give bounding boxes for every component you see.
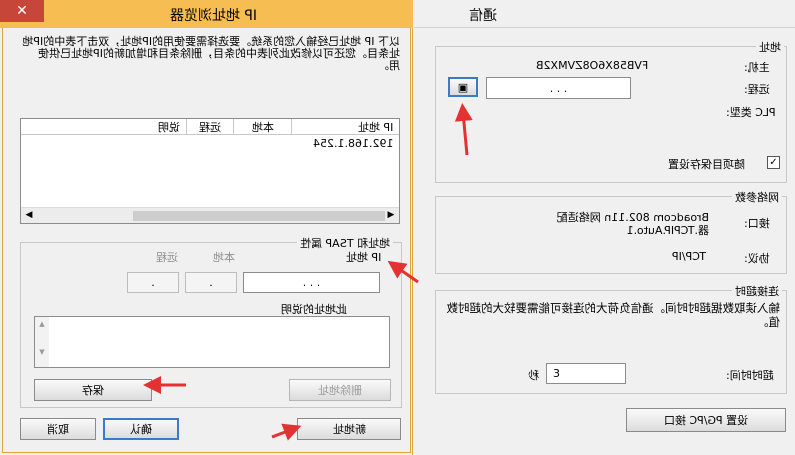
arrow-to-new-address <box>271 423 302 441</box>
arrow-to-browse-button <box>454 103 473 156</box>
annotation-arrows <box>143 103 473 441</box>
arrow-to-ip-field <box>387 260 419 284</box>
